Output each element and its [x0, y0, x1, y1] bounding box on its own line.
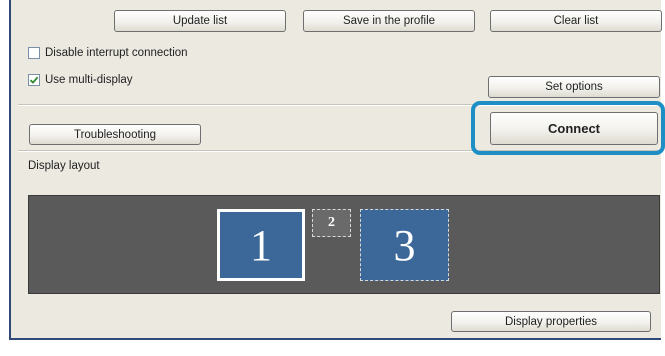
clear-list-button[interactable]: Clear list — [490, 10, 662, 32]
network-connection-panel: Update list Save in the profile Clear li… — [9, 0, 662, 340]
connect-highlight-frame — [471, 101, 665, 155]
set-options-button[interactable]: Set options — [488, 76, 660, 98]
check-icon — [29, 76, 39, 84]
troubleshooting-button[interactable]: Troubleshooting — [29, 124, 201, 145]
disable-interrupt-checkbox[interactable] — [28, 47, 40, 59]
display-layout-area[interactable]: 1 2 3 — [28, 195, 660, 294]
multi-display-label: Use multi-display — [45, 74, 133, 86]
disable-interrupt-label: Disable interrupt connection — [45, 47, 188, 59]
display-properties-button[interactable]: Display properties — [451, 311, 651, 332]
display-layout-label: Display layout — [28, 160, 100, 172]
multi-display-checkbox[interactable] — [28, 74, 40, 86]
monitor-3-tile[interactable]: 3 — [360, 209, 449, 281]
monitor-1-tile[interactable]: 1 — [217, 209, 305, 281]
multi-display-option[interactable]: Use multi-display — [28, 74, 133, 86]
update-list-button[interactable]: Update list — [114, 10, 286, 32]
monitor-2-tile[interactable]: 2 — [312, 209, 351, 237]
save-in-profile-button[interactable]: Save in the profile — [303, 10, 475, 32]
disable-interrupt-option[interactable]: Disable interrupt connection — [28, 47, 188, 59]
monitor-2-number: 2 — [328, 215, 335, 230]
monitor-3-number: 3 — [393, 220, 416, 270]
monitor-1-number: 1 — [250, 220, 272, 270]
